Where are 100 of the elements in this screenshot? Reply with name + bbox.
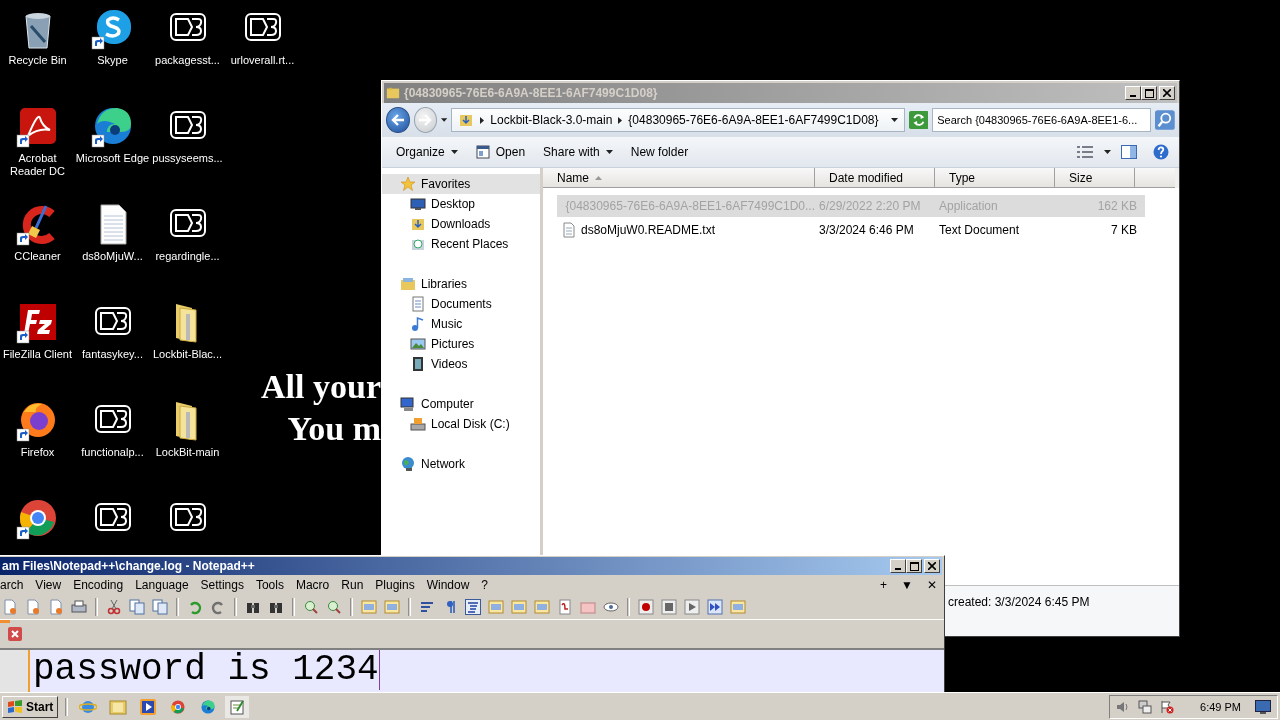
stop-icon[interactable] [661,599,677,615]
menu-item[interactable]: ? [475,578,495,592]
close-tab-icon[interactable] [8,627,22,641]
zoom-in-icon[interactable] [303,599,319,615]
show-desktop-icon[interactable] [1255,699,1271,714]
icon-label: fantasykey... [82,348,143,361]
chevron-icon [480,116,485,124]
maximize-icon [1144,88,1154,98]
play-icon[interactable] [684,599,700,615]
back-button[interactable] [386,107,410,133]
search-field[interactable]: Search {04830965-76E6-6A9A-8EE1-6... [932,108,1152,132]
close-button[interactable] [1159,86,1175,100]
nav-item[interactable]: Videos [382,354,540,374]
nav-item[interactable]: Network [382,454,540,474]
eye-icon[interactable] [603,599,619,615]
menu-item[interactable]: Window [420,578,476,592]
column-header[interactable]: Type [935,168,1055,188]
column-header[interactable]: Date modified [815,168,935,188]
clock-folder-icon [410,236,426,252]
play-multiple-icon[interactable] [707,599,723,615]
menu-item[interactable]: Run [335,578,370,592]
menu-item[interactable]: Settings [194,578,250,592]
file-name: {04830965-76E6-6A9A-8EE1-6AF7499C1D0... [557,198,815,214]
minimize-button[interactable] [890,559,906,573]
help-icon[interactable] [1153,144,1169,160]
menu-item[interactable]: View [29,578,68,592]
record-icon[interactable] [638,599,654,615]
document-icon [410,296,426,312]
menu-button[interactable]: Share with [535,140,621,164]
nav-item[interactable]: Pictures [382,334,540,354]
icon-label: urloverall.rt... [230,54,295,67]
nav-item[interactable]: Desktop [382,194,540,214]
caret-icon [450,150,458,154]
word-wrap-icon[interactable] [419,599,435,615]
redo-icon[interactable] [210,599,226,615]
nav-item[interactable]: Computer [382,394,540,414]
speaker-icon[interactable] [1116,699,1131,714]
start-button[interactable]: Start [2,695,59,718]
picture-icon [410,336,426,352]
minimize-button[interactable] [1125,86,1141,100]
search-icon[interactable] [1155,109,1175,131]
refresh-icon[interactable] [908,110,929,130]
view-list-icon[interactable] [1076,145,1094,159]
menu-item[interactable]: Language [129,578,195,592]
maximize-button[interactable] [906,559,922,573]
scissors-icon[interactable] [106,599,122,615]
library-icon [400,276,416,292]
close-button[interactable] [924,559,940,573]
breadcrumb-item[interactable]: {04830965-76E6-6A9A-8EE1-6AF7499C1D08} [628,113,879,127]
notepad-task-button[interactable] [225,695,250,718]
details-text: created: 3/3/2024 6:45 PM [948,595,1090,609]
nav-item[interactable]: Downloads [382,214,540,234]
new-file-icon[interactable] [2,599,18,615]
nav-item[interactable]: Music [382,314,540,334]
menu-item[interactable]: Plugins [369,578,421,592]
chevron-icon [618,116,623,124]
nav-item[interactable]: Local Disk (C:) [382,414,540,434]
browser-icon [170,698,187,715]
menu-item[interactable]: ▼ [894,578,920,592]
clock[interactable]: 6:49 PM [1200,700,1241,713]
header-filler [1135,168,1175,188]
network-icon[interactable] [1138,699,1153,714]
flag-warning-icon[interactable] [1160,699,1175,714]
menu-item[interactable]: + [873,578,895,592]
printer-icon[interactable] [71,599,87,615]
menu-item[interactable]: Macro [289,578,336,592]
toolbar-button[interactable]: Open [467,140,534,164]
indent-guide-icon[interactable] [465,599,481,615]
nav-item[interactable]: Favorites [382,174,540,194]
nav-item[interactable]: Recent Places [382,234,540,254]
nav-item[interactable]: Documents [382,294,540,314]
swirl-icon [200,698,217,715]
size-cell-text: 162 KB [1096,199,1138,213]
nav-item[interactable]: Libraries [382,274,540,294]
copy-icon[interactable] [129,599,145,615]
menu-button[interactable]: Organize [388,140,466,164]
icon-label: pussyseems... [152,152,223,165]
menu-item[interactable]: Tools [249,578,290,592]
close-icon [1163,89,1171,97]
windows-flag-icon [7,699,23,714]
column-header[interactable]: Name [543,168,815,188]
menu-item[interactable]: arch [0,578,30,592]
music-note-icon [410,316,426,332]
notepad-icon [229,698,246,715]
menu-item[interactable]: ✕ [920,578,944,592]
preview-pane-icon[interactable] [1121,145,1137,159]
caret-icon [605,150,613,154]
menu-item[interactable]: Encoding [67,578,130,592]
file-row[interactable]: ds8oMjuW0.README.txt 3/3/2024 6:46 PM Text Document 7 KB [557,219,1145,241]
wallpaper-text: You m [287,409,381,449]
window-title: {04830965-76E6-6A9A-8EE1-6AF7499C1D08} [404,86,659,100]
icon-label: Lockbit-Blac... [152,348,223,361]
column-header[interactable]: Size [1055,168,1135,188]
maximize-button[interactable] [1141,86,1157,100]
date-cell-text: 6/29/2022 2:20 PM [818,199,922,213]
forward-arrow-icon [418,114,433,126]
toolbar-button[interactable]: New folder [622,140,697,164]
address-bar[interactable]: Lockbit-Black-3.0-main {04830965-76E6-6A9A-8EE1-6AF7499C1D08} [451,108,905,132]
type-cell-text: Application [938,199,999,213]
breadcrumb-item[interactable]: Lockbit-Black-3.0-main [490,113,613,127]
